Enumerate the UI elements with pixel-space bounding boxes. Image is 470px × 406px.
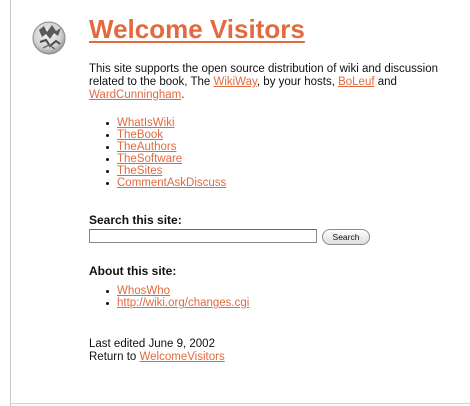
about-item-changes: http://wiki.org/changes.cgi (103, 297, 249, 309)
page-title[interactable]: Welcome Visitors (89, 14, 305, 45)
intro-text: and (374, 76, 397, 88)
wikiway-link[interactable]: WikiWay (213, 76, 256, 88)
return-text: Return to (89, 350, 140, 363)
nav-list: WhatIsWiki TheBook TheAuthors TheSoftwar… (103, 117, 226, 189)
nav-link-thesoftware[interactable]: TheSoftware (117, 153, 182, 165)
page-divider (10, 403, 470, 404)
about-link-whoswho[interactable]: WhosWho (117, 285, 170, 297)
about-item-whoswho: WhosWho (103, 285, 249, 297)
footer: Last edited June 9, 2002 Return to Welco… (89, 338, 225, 363)
nav-item-theauthors: TheAuthors (103, 141, 226, 153)
intro-text: , by your hosts, (256, 76, 339, 88)
search-input[interactable] (89, 229, 317, 243)
boleuf-link[interactable]: BoLeuf (338, 76, 374, 88)
about-list: WhosWho http://wiki.org/changes.cgi (103, 285, 249, 309)
return-link[interactable]: WelcomeVisitors (140, 351, 225, 363)
search-button[interactable]: Search (322, 229, 370, 245)
about-heading: About this site: (89, 264, 177, 278)
search-heading: Search this site: (89, 213, 182, 227)
nav-item-commentaskdiscuss: CommentAskDiscuss (103, 177, 226, 189)
last-edited-text: Last edited June 9, 2002 (89, 338, 215, 350)
nav-link-thesites[interactable]: TheSites (117, 165, 162, 177)
nav-link-thebook[interactable]: TheBook (117, 129, 163, 141)
nav-link-whatiswiki[interactable]: WhatIsWiki (117, 117, 175, 129)
nav-link-theauthors[interactable]: TheAuthors (117, 141, 176, 153)
intro-text: . (181, 89, 185, 101)
page-frame (10, 0, 470, 406)
about-link-changes[interactable]: http://wiki.org/changes.cgi (117, 297, 249, 309)
wardcunningham-link[interactable]: WardCunningham (89, 89, 181, 101)
nav-link-commentaskdiscuss[interactable]: CommentAskDiscuss (117, 177, 226, 189)
intro-line-1: This site supports the open source distr… (89, 63, 439, 75)
wiki-logo-icon[interactable] (30, 18, 68, 56)
intro-paragraph: This site supports the open source distr… (89, 63, 469, 102)
nav-item-thebook: TheBook (103, 129, 226, 141)
nav-item-thesites: TheSites (103, 165, 226, 177)
intro-text: related to the book, The (89, 76, 214, 88)
nav-item-thesoftware: TheSoftware (103, 153, 226, 165)
nav-item-whatiswiki: WhatIsWiki (103, 117, 226, 129)
